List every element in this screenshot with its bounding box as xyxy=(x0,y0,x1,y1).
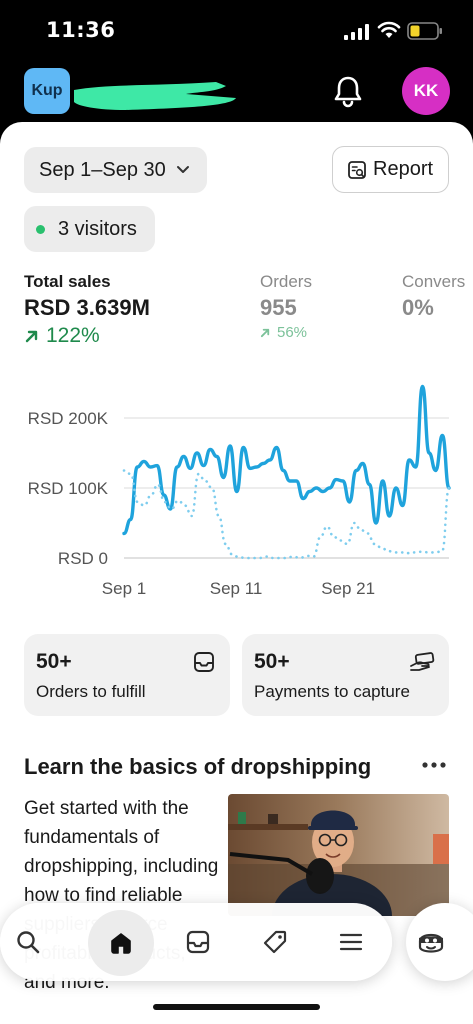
home-indicator xyxy=(153,1004,320,1010)
x-tick-label: Sep 1 xyxy=(102,579,146,598)
user-avatar[interactable]: KK xyxy=(402,67,450,115)
metric-value: RSD 3.639M xyxy=(24,295,150,320)
store-badge[interactable]: Kup xyxy=(24,68,70,114)
date-range-button[interactable]: Sep 1–Sep 30 xyxy=(24,147,207,193)
video-thumbnail[interactable] xyxy=(228,794,449,916)
metric-total-sales[interactable]: Total sales RSD 3.639M 122% xyxy=(24,272,150,348)
y-tick-label: RSD 200K xyxy=(28,409,109,428)
status-bar: 11:36 xyxy=(0,0,473,60)
notification-bell-icon[interactable] xyxy=(332,74,364,108)
x-tick-label: Sep 21 xyxy=(321,579,375,598)
metric-change: 56% xyxy=(260,324,312,341)
metric-value: 955 xyxy=(260,295,297,320)
x-tick-label: Sep 11 xyxy=(210,579,263,598)
y-tick-label: RSD 100K xyxy=(28,479,109,498)
learn-card-title: Learn the basics of dropshipping xyxy=(24,754,372,779)
home-icon xyxy=(111,933,131,954)
visitors-label: 3 visitors xyxy=(58,217,137,240)
metric-change: 122% xyxy=(24,324,150,348)
report-icon xyxy=(348,160,366,179)
cellular-signal-icon xyxy=(344,24,369,40)
report-label: Report xyxy=(373,158,434,180)
arrow-up-right-icon xyxy=(260,328,270,338)
inbox-icon xyxy=(194,652,214,672)
metric-label: Total sales xyxy=(24,272,111,291)
task-label: Payments to capture xyxy=(254,682,410,701)
series-line-current xyxy=(122,384,451,536)
live-visitors-button[interactable]: 3 visitors xyxy=(24,206,155,252)
sales-chart: RSD 0 RSD 100K RSD 200K Sep 1 Sep 11 Sep 21 xyxy=(28,384,451,598)
more-options-icon[interactable] xyxy=(420,758,448,772)
task-label: Orders to fulfill xyxy=(36,682,146,701)
metric-value: 0% xyxy=(402,295,434,320)
nav-orders[interactable] xyxy=(174,918,222,966)
nav-search[interactable] xyxy=(4,918,52,966)
nav-products[interactable] xyxy=(251,918,299,966)
arrow-up-right-icon xyxy=(25,330,38,343)
tag-icon xyxy=(263,930,287,954)
status-time: 11:36 xyxy=(46,18,116,42)
bottom-nav xyxy=(0,903,392,981)
menu-icon xyxy=(339,933,363,951)
metric-change-value: 56% xyxy=(277,324,308,341)
orders-to-fulfill-card[interactable]: 50+ Orders to fulfill xyxy=(24,634,230,716)
sidekick-icon xyxy=(418,933,444,953)
app-header: Kup KK xyxy=(0,60,473,122)
inbox-icon xyxy=(186,930,210,954)
nav-home[interactable] xyxy=(88,910,154,976)
payments-to-capture-card[interactable]: 50+ Payments to capture xyxy=(242,634,449,716)
search-icon xyxy=(17,931,40,954)
store-name-redaction xyxy=(74,82,236,110)
home-sheet: Sep 1–Sep 30 Report 3 visitors Total sal… xyxy=(0,122,473,1024)
metric-conversion[interactable]: Convers 0% xyxy=(402,272,465,321)
wifi-icon xyxy=(377,21,401,38)
payment-hand-icon xyxy=(410,652,435,671)
chevron-down-icon xyxy=(176,166,189,173)
metric-orders[interactable]: Orders 955 56% xyxy=(260,272,312,341)
metric-label: Orders xyxy=(260,272,312,291)
task-count: 50+ xyxy=(254,650,290,673)
report-button[interactable]: Report xyxy=(332,146,449,193)
date-range-label: Sep 1–Sep 30 xyxy=(39,158,166,181)
metric-label: Convers xyxy=(402,272,466,291)
y-tick-label: RSD 0 xyxy=(58,549,108,568)
nav-menu[interactable] xyxy=(327,918,375,966)
task-count: 50+ xyxy=(36,650,72,673)
battery-icon xyxy=(407,22,442,40)
live-dot-icon xyxy=(36,224,45,234)
metric-change-value: 122% xyxy=(46,324,100,347)
